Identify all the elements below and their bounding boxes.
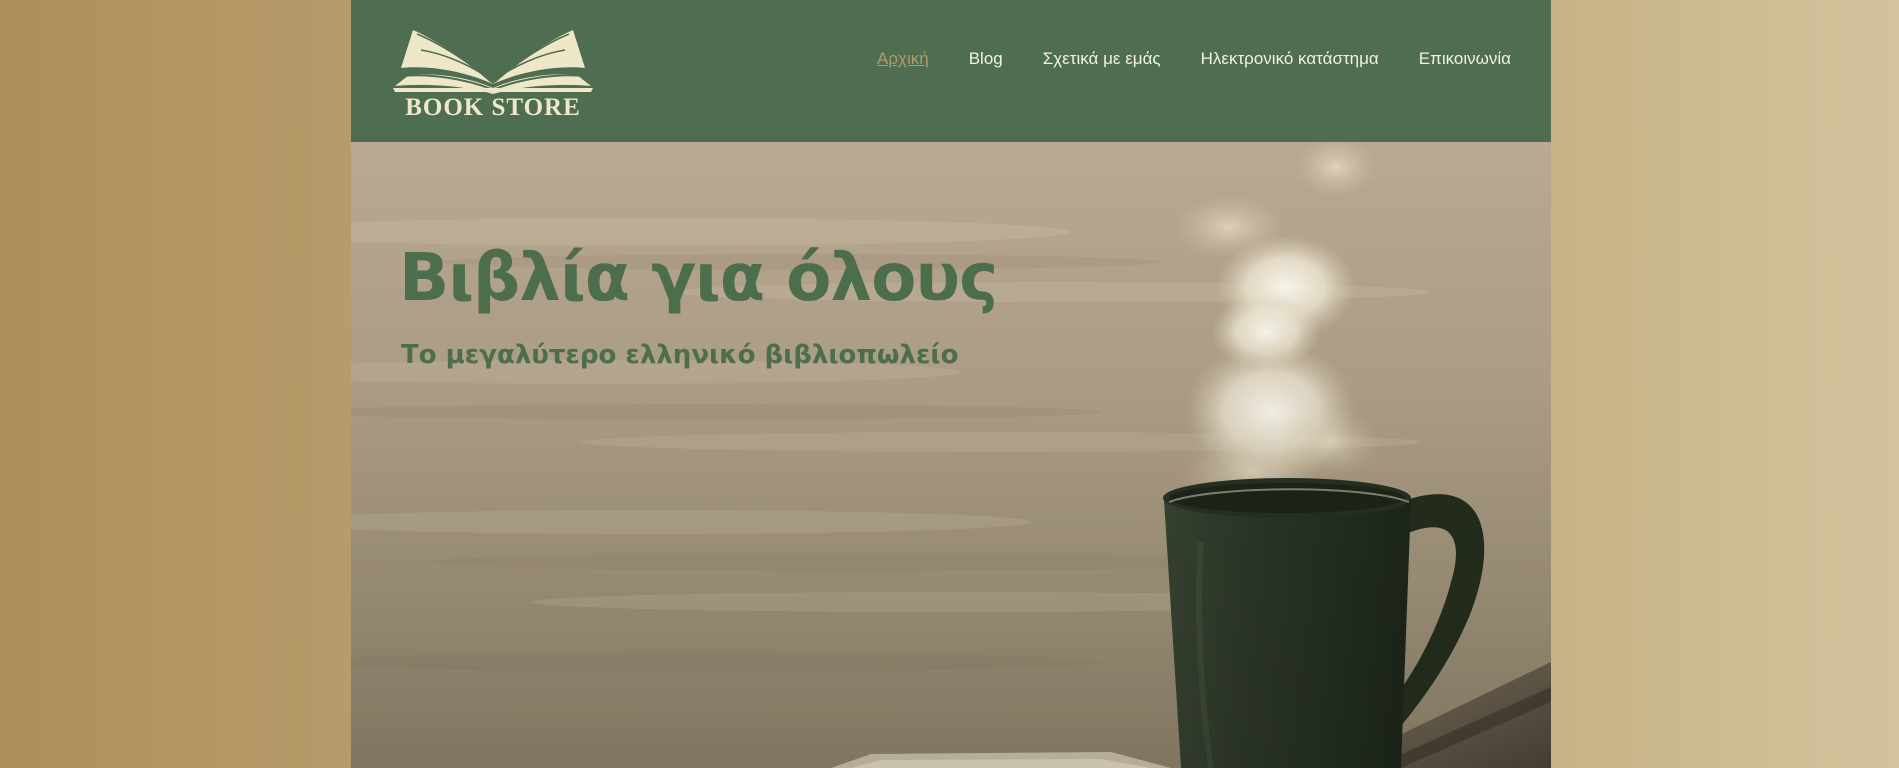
site-logo[interactable]: BOOK STORE (391, 20, 595, 122)
main-navigation: Αρχική Blog Σχετικά με εμάς Ηλεκτρονικό … (877, 48, 1511, 70)
site-header: BOOK STORE Αρχική Blog Σχετικά με εμάς Η… (351, 0, 1551, 142)
open-book-icon (393, 30, 593, 94)
nav-link-contact[interactable]: Επικοινωνία (1419, 48, 1511, 70)
nav-link-home[interactable]: Αρχική (877, 48, 929, 70)
hero-title: Βιβλία για όλους (399, 239, 998, 316)
nav-link-about[interactable]: Σχετικά με εμάς (1043, 48, 1161, 70)
hero-subtitle: Το μεγαλύτερο ελληνικό βιβλιοπωλείο (401, 340, 959, 370)
hero-section: Βιβλία για όλους Το μεγαλύτερο ελληνικό … (351, 142, 1551, 768)
page-container: BOOK STORE Αρχική Blog Σχετικά με εμάς Η… (351, 0, 1551, 768)
coffee-mug-image (351, 142, 1551, 768)
nav-link-shop[interactable]: Ηλεκτρονικό κατάστημα (1201, 48, 1379, 70)
nav-link-blog[interactable]: Blog (969, 48, 1003, 70)
logo-text: BOOK STORE (405, 94, 581, 121)
